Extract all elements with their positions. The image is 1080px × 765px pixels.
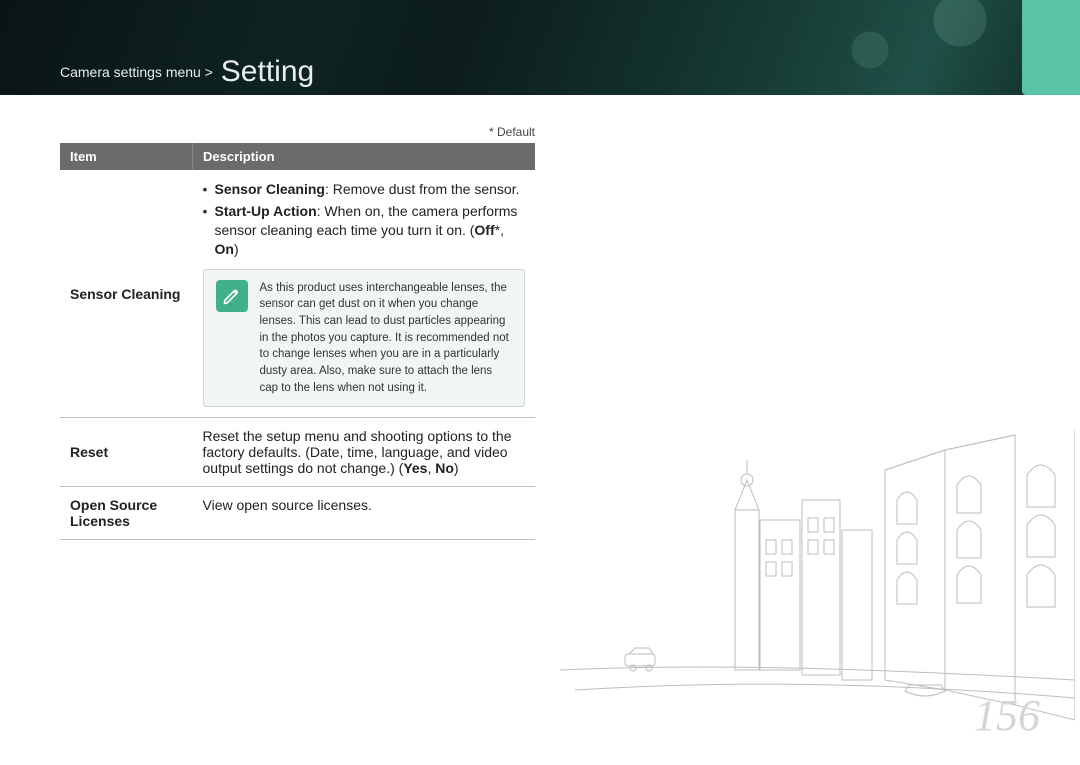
bullet-list: Sensor Cleaning: Remove dust from the se… <box>203 180 526 259</box>
bullet-label: Start-Up Action <box>215 203 317 219</box>
list-item: Start-Up Action: When on, the camera per… <box>203 202 526 259</box>
desc-text: Reset the setup menu and shooting option… <box>203 428 512 476</box>
content-area: * Default Item Description Sensor Cleani… <box>60 125 535 540</box>
table-row: Open Source Licenses View open source li… <box>60 487 535 540</box>
bullet-text: ) <box>234 241 239 257</box>
table-row: Sensor Cleaning Sensor Cleaning: Remove … <box>60 170 535 418</box>
pen-icon <box>216 280 248 312</box>
row-desc-reset: Reset the setup menu and shooting option… <box>193 418 536 487</box>
col-header-description: Description <box>193 143 536 170</box>
bullet-label: Sensor Cleaning <box>215 181 325 197</box>
row-item-reset: Reset <box>60 418 193 487</box>
page-number: 156 <box>974 690 1040 741</box>
header-band: Camera settings menu > Setting <box>0 0 1080 95</box>
note-box: As this product uses interchangeable len… <box>203 269 526 408</box>
side-tab <box>1022 0 1080 95</box>
option-off: Off <box>474 222 494 238</box>
option-on: On <box>215 241 234 257</box>
breadcrumb-current: Setting <box>221 55 314 88</box>
bullet-text: *, <box>495 222 504 238</box>
desc-text: ) <box>454 460 459 476</box>
row-desc-oss: View open source licenses. <box>193 487 536 540</box>
breadcrumb-parent: Camera settings menu > <box>60 64 213 80</box>
breadcrumb: Camera settings menu > Setting <box>60 55 314 89</box>
option-yes: Yes <box>403 460 427 476</box>
list-item: Sensor Cleaning: Remove dust from the se… <box>203 180 526 199</box>
row-desc-sensor-cleaning: Sensor Cleaning: Remove dust from the se… <box>193 170 536 418</box>
row-item-sensor-cleaning: Sensor Cleaning <box>60 170 193 418</box>
default-legend: * Default <box>60 125 535 139</box>
cityscape-illustration <box>555 430 1075 730</box>
col-header-item: Item <box>60 143 193 170</box>
table-row: Reset Reset the setup menu and shooting … <box>60 418 535 487</box>
manual-page: Camera settings menu > Setting * Default… <box>0 0 1080 765</box>
bullet-text: : Remove dust from the sensor. <box>325 181 520 197</box>
note-text: As this product uses interchangeable len… <box>260 280 513 397</box>
option-no: No <box>435 460 454 476</box>
settings-table: Item Description Sensor Cleaning Sensor … <box>60 143 535 540</box>
row-item-oss: Open Source Licenses <box>60 487 193 540</box>
